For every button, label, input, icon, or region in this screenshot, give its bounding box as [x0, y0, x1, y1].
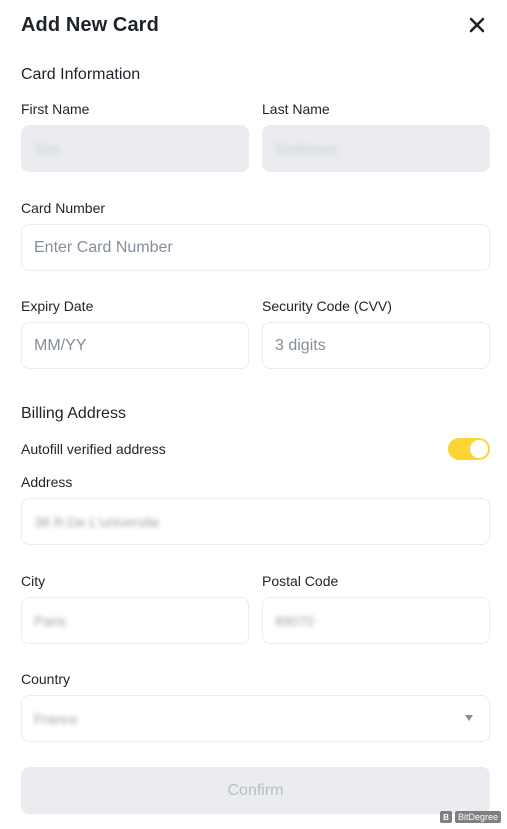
country-select[interactable]: France — [21, 695, 490, 742]
autofill-label: Autofill verified address — [21, 441, 166, 457]
card-number-input[interactable] — [34, 238, 477, 257]
last-name-value: Smithsten — [275, 140, 338, 157]
city-label: City — [21, 573, 46, 589]
page-title: Add New Card — [21, 13, 159, 36]
watermark-text: BitDegree — [454, 811, 501, 823]
cvv-label: Security Code (CVV) — [262, 298, 392, 314]
expiry-date-label: Expiry Date — [21, 298, 94, 314]
expiry-date-field[interactable] — [21, 322, 249, 369]
postal-code-value: 89070 — [275, 612, 314, 629]
city-field[interactable]: Paris — [21, 597, 249, 644]
address-label: Address — [21, 474, 73, 490]
last-name-field: Smithsten — [262, 125, 490, 172]
first-name-label: First Name — [21, 101, 90, 117]
postal-code-label: Postal Code — [262, 573, 339, 589]
country-label: Country — [21, 671, 71, 687]
card-number-field[interactable] — [21, 224, 490, 271]
city-value: Paris — [34, 612, 66, 629]
country-value: France — [34, 710, 78, 727]
autofill-toggle[interactable] — [448, 438, 490, 460]
first-name-value: Tom — [34, 140, 61, 157]
close-icon[interactable] — [465, 13, 489, 37]
dialog-header: Add New Card — [21, 12, 491, 38]
watermark: B BitDegree — [439, 811, 501, 823]
cvv-field[interactable] — [262, 322, 490, 369]
watermark-logo-icon: B — [439, 811, 452, 823]
card-number-label: Card Number — [21, 200, 106, 216]
billing-address-heading: Billing Address — [21, 405, 126, 422]
address-value: 38 R.De L'universite — [34, 513, 160, 530]
close-icon-glyph — [469, 17, 485, 33]
cvv-input[interactable] — [275, 336, 477, 355]
chevron-down-icon — [465, 715, 473, 721]
address-field[interactable]: 38 R.De L'universite — [21, 498, 490, 545]
confirm-button[interactable]: Confirm — [21, 767, 490, 814]
first-name-field: Tom — [21, 125, 249, 172]
card-information-heading: Card Information — [21, 66, 141, 83]
toggle-knob — [470, 440, 488, 458]
expiry-date-input[interactable] — [34, 336, 236, 355]
postal-code-field[interactable]: 89070 — [262, 597, 490, 644]
last-name-label: Last Name — [262, 101, 330, 117]
